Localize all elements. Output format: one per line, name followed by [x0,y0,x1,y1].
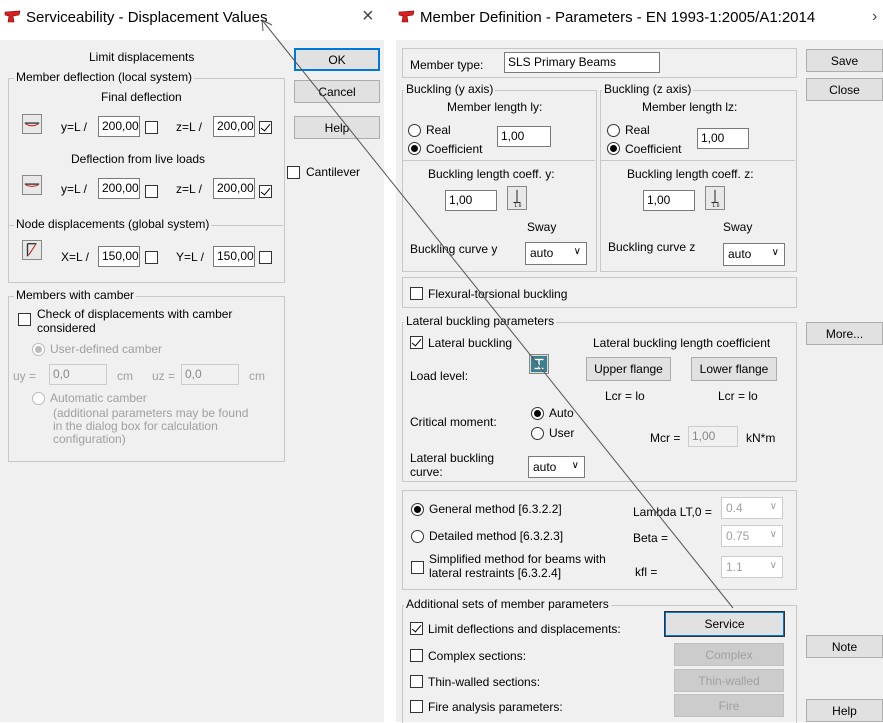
annotation-arrow [261,19,734,609]
